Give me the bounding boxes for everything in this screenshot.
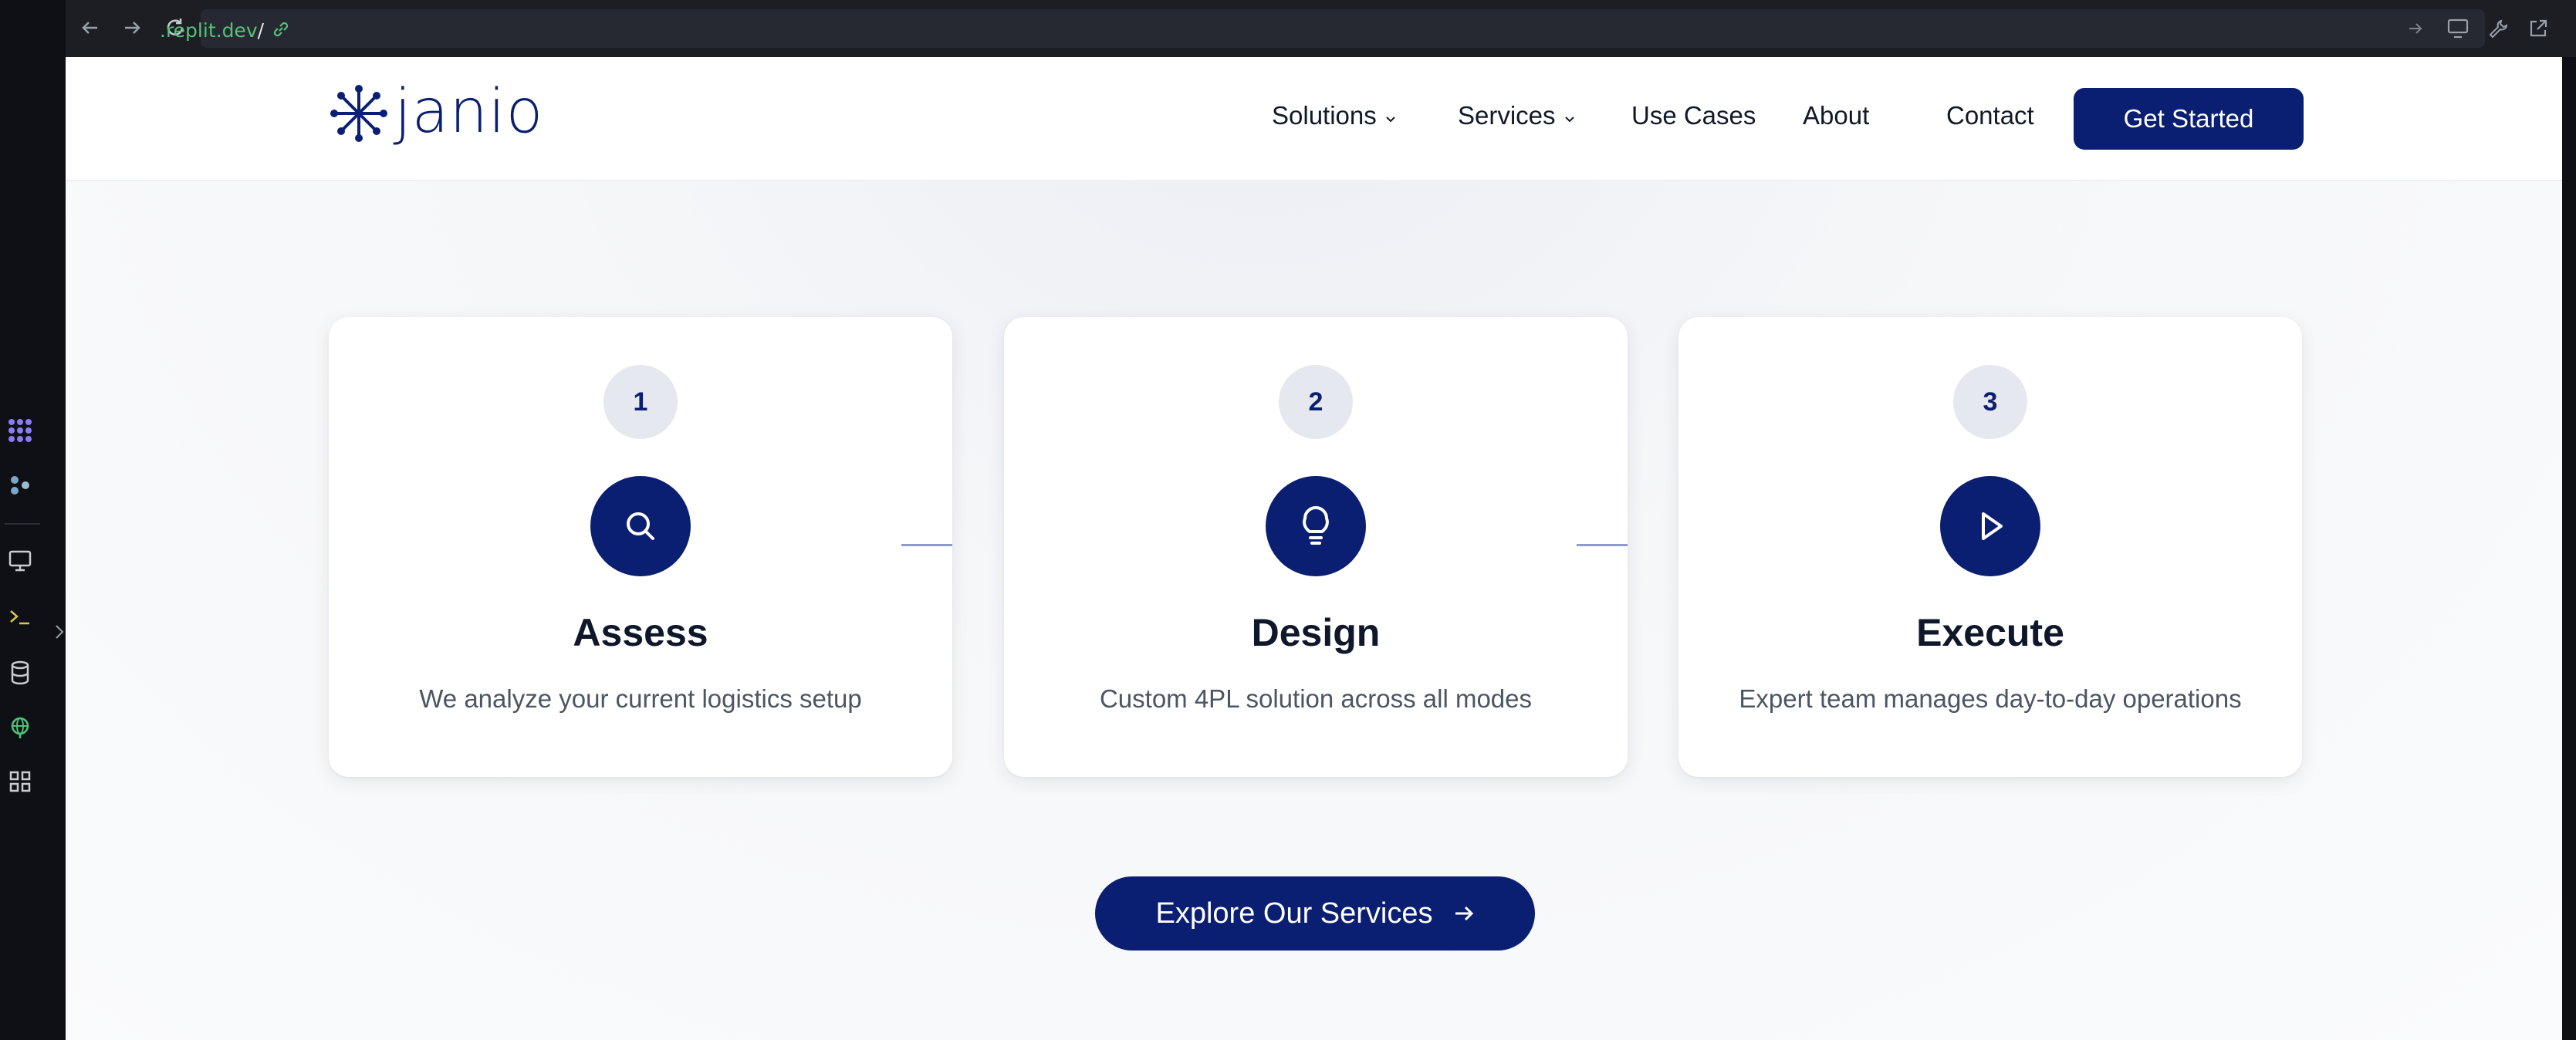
step-title: Design [1251,611,1381,654]
device-preview-icon[interactable] [2445,15,2471,42]
link-icon [272,20,290,42]
webpage: janio Solutions Services Use Cases About… [66,57,2562,1040]
nav-about-label: About [1803,101,1870,130]
logo-text: janio [394,76,544,147]
step-card-design: 2 Design Custom 4PL solution across all … [1004,317,1628,777]
arrow-right-icon [1453,904,1475,923]
url-text: .replit.dev/ [160,19,264,42]
open-arrow-icon[interactable] [2402,15,2429,42]
step-number-badge: 3 [1953,365,2027,439]
step-description: Expert team manages day-to-day operation… [1739,684,2242,713]
search-icon [590,476,691,576]
monitor-icon[interactable] [5,545,35,576]
get-started-button[interactable]: Get Started [2074,88,2304,150]
rail-divider [5,523,40,525]
site-header: janio Solutions Services Use Cases About… [66,57,2562,181]
starburst-logo-icon [330,84,388,147]
step-card-assess: 1 Assess We analyze your current logisti… [329,317,952,777]
wrench-icon[interactable] [2485,15,2511,42]
nav-use-cases[interactable]: Use Cases [1631,101,1756,130]
nav-about[interactable]: About [1803,101,1869,130]
back-button[interactable] [76,14,104,42]
chevron-down-icon [1564,101,1576,130]
nav-services-label: Services [1458,101,1556,130]
logo[interactable]: janio [330,77,543,147]
nav-solutions-label: Solutions [1272,101,1377,130]
step-description: We analyze your current logistics setup [419,684,862,713]
explore-services-label: Explore Our Services [1155,896,1433,930]
play-icon [1940,476,2040,576]
address-bar[interactable] [201,9,2485,48]
database-icon[interactable] [5,657,35,688]
nav-contact[interactable]: Contact [1946,101,2034,130]
step-title: Assess [573,611,708,654]
nav-use-cases-label: Use Cases [1631,101,1756,130]
explore-services-button[interactable]: Explore Our Services [1095,876,1535,951]
globe-icon[interactable] [5,712,35,743]
step-title: Execute [1916,611,2064,654]
url-domain: .replit.dev [160,19,258,42]
terminal-icon[interactable] [5,602,35,633]
nav-contact-label: Contact [1946,101,2034,130]
chevron-down-icon [1384,101,1397,130]
nav-solutions[interactable]: Solutions [1272,101,1397,130]
step-number-badge: 1 [603,365,678,439]
get-started-label: Get Started [2123,104,2254,133]
forward-button[interactable] [118,14,146,42]
app-logo-icon[interactable] [5,415,35,446]
step-connector [1577,544,1628,546]
step-description: Custom 4PL solution across all modes [1099,684,1533,713]
lightbulb-icon [1266,476,1366,576]
url-path: / [257,19,265,42]
step-connector [901,544,952,546]
agent-icon[interactable] [5,470,35,501]
browser-toolbar: .replit.dev/ [66,0,2576,57]
external-link-icon[interactable] [2525,15,2551,42]
ide-sidebar [0,0,66,1040]
apps-grid-icon[interactable] [5,766,35,797]
step-card-execute: 3 Execute Expert team manages day-to-day… [1678,317,2302,777]
step-number-badge: 2 [1279,365,1353,439]
nav-services[interactable]: Services [1458,101,1576,130]
